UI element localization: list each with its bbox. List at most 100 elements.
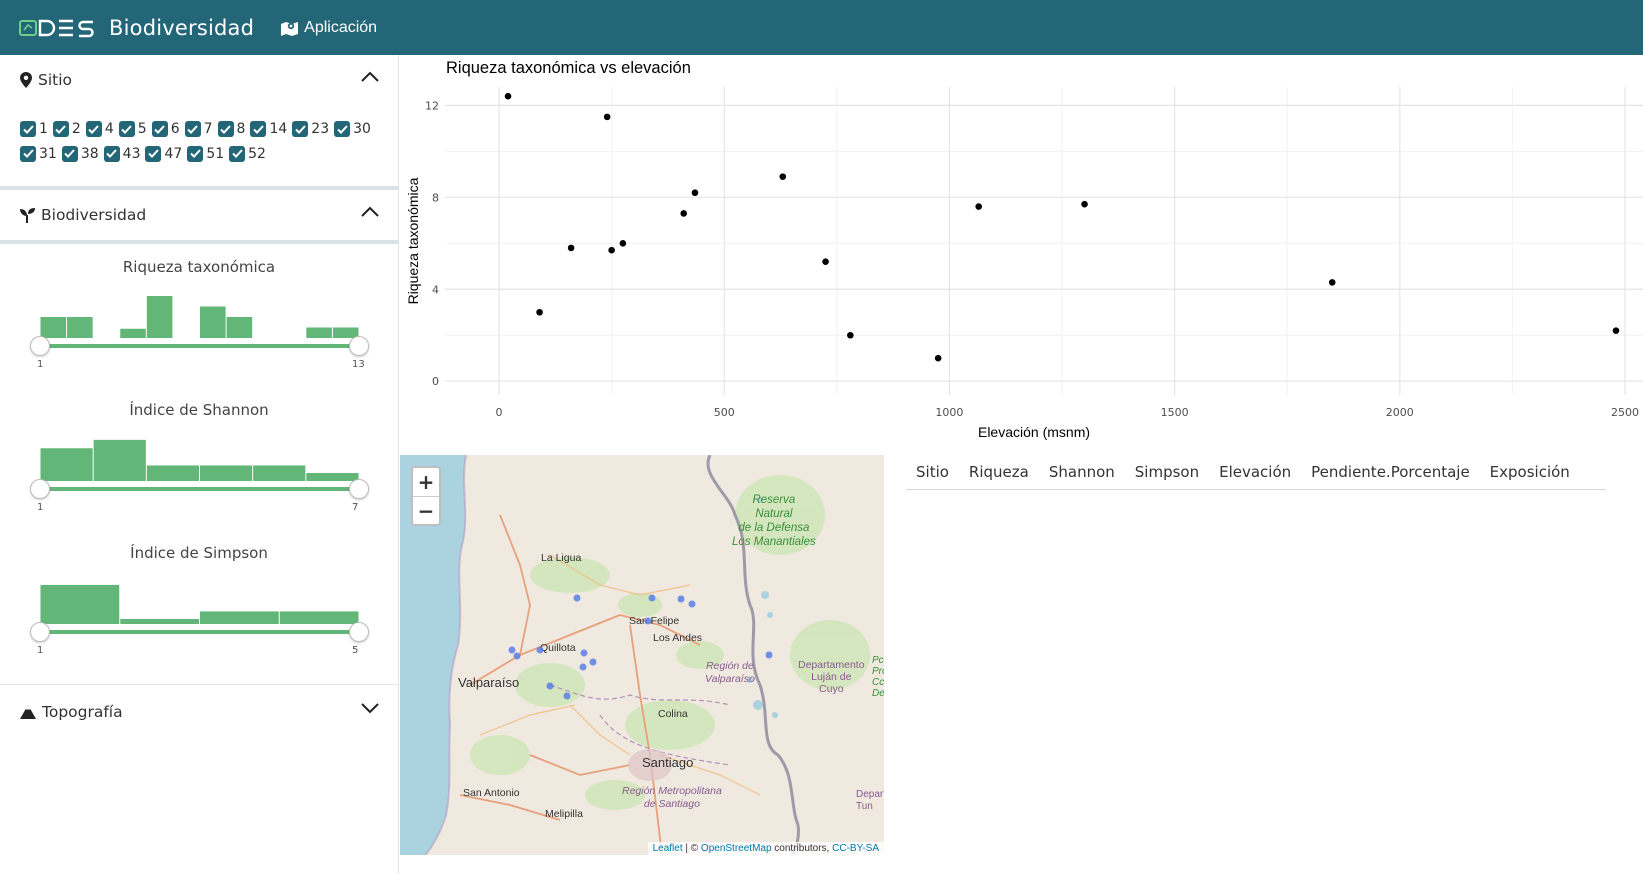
checkbox-checked-icon[interactable] xyxy=(334,121,351,137)
site-marker[interactable] xyxy=(644,617,652,625)
table-header-cell[interactable]: Elevación xyxy=(1209,463,1301,481)
checkbox-checked-icon[interactable] xyxy=(184,121,201,137)
zoom-in-button[interactable]: + xyxy=(413,468,439,496)
site-checkbox-label: 43 xyxy=(122,145,141,162)
accordion-topografia-header[interactable]: Topografía xyxy=(0,687,398,737)
site-marker[interactable] xyxy=(688,600,696,608)
site-marker[interactable] xyxy=(513,652,521,660)
site-marker[interactable] xyxy=(648,594,656,602)
site-marker[interactable] xyxy=(765,651,773,659)
site-marker[interactable] xyxy=(536,646,544,654)
accordion-sitio-header[interactable]: Sitio xyxy=(0,55,398,105)
histogram-bar xyxy=(146,465,199,481)
slider-histogram xyxy=(40,296,359,338)
x-tick-label: 500 xyxy=(714,406,735,419)
site-checkbox-30[interactable]: 30 xyxy=(334,117,371,141)
histogram-bar xyxy=(67,317,93,338)
site-marker[interactable] xyxy=(579,663,587,671)
chevron-up-icon xyxy=(361,71,379,82)
site-checkbox-7[interactable]: 7 xyxy=(184,117,213,141)
checkbox-checked-icon[interactable] xyxy=(292,121,309,137)
site-marker[interactable] xyxy=(580,649,588,657)
chevron-up-icon xyxy=(361,206,379,217)
table-header-cell[interactable]: Simpson xyxy=(1125,463,1209,481)
brand-title[interactable]: Biodiversidad xyxy=(109,16,254,40)
slider-handle-max[interactable] xyxy=(349,336,369,356)
data-point xyxy=(619,239,627,247)
site-checkbox-label: 14 xyxy=(269,121,288,137)
slider-track[interactable] xyxy=(40,344,359,348)
checkbox-checked-icon[interactable] xyxy=(118,121,135,137)
table-header-cell[interactable]: Exposición xyxy=(1480,463,1580,481)
checkbox-checked-icon[interactable] xyxy=(187,145,204,162)
site-marker[interactable] xyxy=(677,595,685,603)
data-point xyxy=(691,189,699,197)
site-checkbox-51[interactable]: 51 xyxy=(187,142,224,166)
slider-track[interactable] xyxy=(40,487,359,491)
site-checkbox-label: 52 xyxy=(248,145,266,162)
site-marker[interactable] xyxy=(573,594,581,602)
site-checkbox-14[interactable]: 14 xyxy=(250,117,287,141)
mountain-icon xyxy=(20,705,36,719)
site-checkbox-47[interactable]: 47 xyxy=(145,142,182,166)
license-link[interactable]: CC-BY-SA xyxy=(832,843,879,854)
y-tick-label: 0 xyxy=(432,375,439,388)
site-checkbox-group: 1 2 4 5 6 7 8 14 23 30 31 38 43 47 51 52 xyxy=(0,105,398,186)
site-checkbox-8[interactable]: 8 xyxy=(217,117,245,141)
site-checkbox-label: 7 xyxy=(203,121,213,137)
site-checkbox-5[interactable]: 5 xyxy=(118,117,147,141)
leaflet-link[interactable]: Leaflet xyxy=(653,843,683,854)
range-slider-block: Riqueza taxonómica 1 13 xyxy=(0,244,398,387)
histogram-bar xyxy=(120,328,146,338)
table-header-cell[interactable]: Riqueza xyxy=(959,463,1039,481)
nav-aplicacion-label: Aplicación xyxy=(304,18,378,36)
checkbox-checked-icon[interactable] xyxy=(217,121,234,137)
site-marker[interactable] xyxy=(508,646,516,654)
checkbox-checked-icon[interactable] xyxy=(145,145,162,162)
data-point xyxy=(608,246,615,254)
data-point xyxy=(975,203,982,210)
checkbox-checked-icon[interactable] xyxy=(250,121,267,137)
site-marker[interactable] xyxy=(589,658,597,666)
site-checkbox-2[interactable]: 2 xyxy=(52,117,81,141)
table-header-cell[interactable]: Sitio xyxy=(906,463,959,481)
table-header-cell[interactable]: Shannon xyxy=(1039,463,1125,481)
table-header-cell[interactable]: Pendiente.Porcentaje xyxy=(1301,463,1480,481)
checkbox-checked-icon[interactable] xyxy=(61,145,78,162)
site-checkbox-1[interactable]: 1 xyxy=(20,117,48,141)
slider-handle-min[interactable] xyxy=(30,622,50,642)
table-header-row: Sitio Riqueza Shannon Simpson Elevación Pendi… xyxy=(906,455,1606,490)
leaflet-map[interactable]: Reserva Natural de la Defensa Los Manant… xyxy=(400,455,884,855)
slider-handle-max[interactable] xyxy=(349,622,369,642)
site-marker[interactable] xyxy=(546,682,554,690)
accordion-biodiversidad-header[interactable]: Biodiversidad xyxy=(0,190,398,240)
x-tick-label: 1500 xyxy=(1161,406,1189,419)
data-table: Sitio Riqueza Shannon Simpson Elevación Pendi… xyxy=(906,455,1606,490)
checkbox-checked-icon[interactable] xyxy=(151,121,168,137)
checkbox-checked-icon[interactable] xyxy=(103,145,120,162)
zoom-out-button[interactable]: − xyxy=(413,496,439,524)
site-checkbox-31[interactable]: 31 xyxy=(20,142,57,166)
checkbox-checked-icon[interactable] xyxy=(20,145,36,162)
osm-link[interactable]: OpenStreetMap xyxy=(701,843,772,854)
site-checkbox-23[interactable]: 23 xyxy=(292,117,329,141)
slider-handle-max[interactable] xyxy=(349,479,369,499)
slider-track[interactable] xyxy=(40,630,359,634)
x-tick-label: 0 xyxy=(496,406,503,419)
slider-handle-min[interactable] xyxy=(30,336,50,356)
histogram-bar xyxy=(306,327,332,338)
site-marker[interactable] xyxy=(563,692,571,700)
site-checkbox-4[interactable]: 4 xyxy=(85,117,114,141)
slider-handle-min[interactable] xyxy=(30,479,50,499)
site-checkbox-43[interactable]: 43 xyxy=(103,142,141,166)
nav-aplicacion-link[interactable]: Aplicación xyxy=(280,19,377,37)
checkbox-checked-icon[interactable] xyxy=(20,121,36,137)
site-checkbox-6[interactable]: 6 xyxy=(151,117,180,141)
checkbox-checked-icon[interactable] xyxy=(52,121,69,137)
site-checkbox-52[interactable]: 52 xyxy=(229,142,266,166)
checkbox-checked-icon[interactable] xyxy=(85,121,102,137)
site-checkbox-38[interactable]: 38 xyxy=(61,142,99,166)
checkbox-checked-icon[interactable] xyxy=(229,145,246,162)
odes-logo[interactable] xyxy=(19,17,99,39)
seedling-icon xyxy=(20,207,35,223)
